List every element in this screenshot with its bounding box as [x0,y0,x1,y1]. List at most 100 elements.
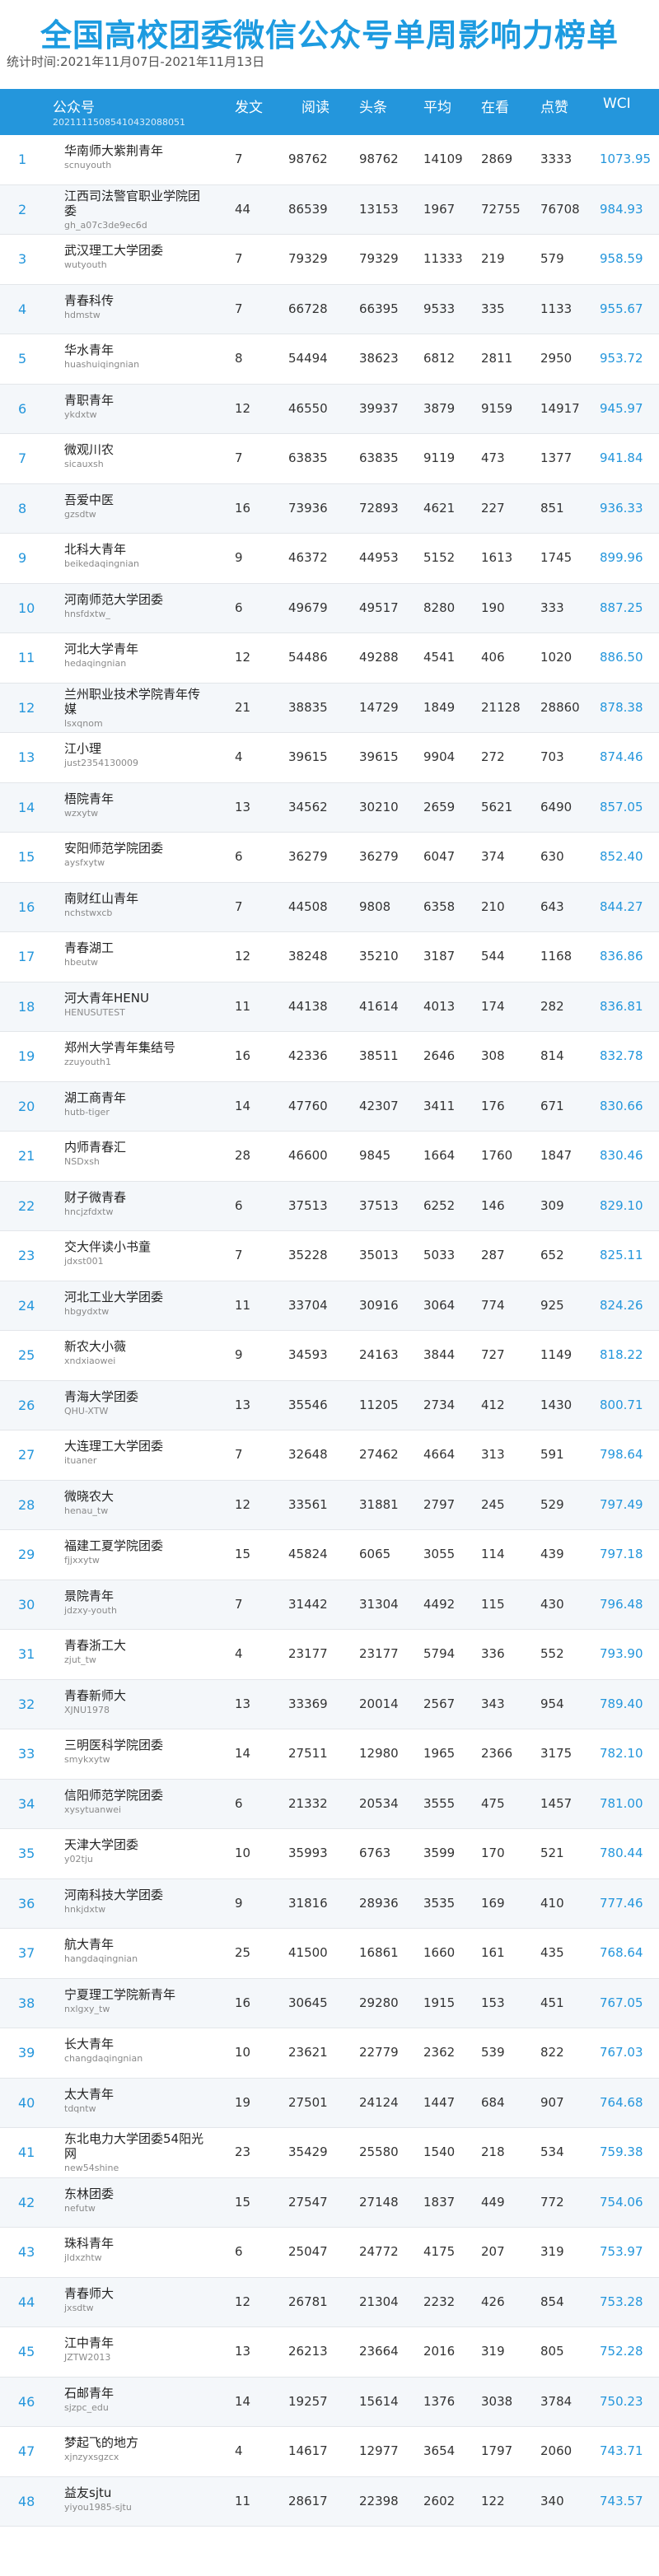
rank-number: 3 [18,251,27,267]
table-row: 34 信阳师范学院团委 xysytuanwei 6 21332 20534 3555 475 1… [0,1779,659,1829]
likes-count: 954 [540,1696,564,1711]
table-row: 48 益友sjtu yiyou1985-sjtu 11 28617 22398 2602 12… [0,2476,659,2527]
rank-number: 22 [18,1197,35,1214]
headline-reads: 23664 [359,2344,399,2359]
average-reads: 4492 [423,1596,456,1612]
likes-count: 805 [540,2344,564,2359]
account-id: jldxzhtw [64,2252,102,2263]
likes-count: 1168 [540,949,573,964]
table-row: 15 安阳师范学院团委 aysfxytw 6 36279 36279 6047 374 630 8… [0,833,659,883]
account-id: yiyou1985-sjtu [64,2501,132,2513]
account-name: 信阳师范学院团委 [64,1787,164,1803]
table-row: 16 南财红山青年 nchstwxcb 7 44508 9808 6358 210 643 844… [0,882,659,932]
table-row: 4 青春科传 hdmstw 7 66728 66395 9533 335 1133 955.67 [0,284,659,334]
watching-count: 174 [481,998,505,1014]
table-row: 40 太大青年 tdqntw 19 27501 24124 1447 684 907 764.68 [0,2078,659,2128]
posts-count: 6 [235,1197,243,1213]
posts-count: 4 [235,1646,243,1661]
account-name: 青春浙工大 [64,1638,127,1653]
reads-count: 54494 [288,351,328,366]
headline-reads: 16861 [359,1945,399,1960]
reads-count: 26781 [288,2294,328,2309]
watching-count: 210 [481,898,505,914]
posts-count: 7 [235,152,243,166]
reads-count: 44508 [288,898,328,914]
watching-count: 406 [481,650,505,665]
table-row: 19 郑州大学青年集结号 zzuyouth1 16 42336 38511 2646 308 8… [0,1032,659,1082]
watching-count: 227 [481,500,505,516]
rank-number: 4 [18,301,27,317]
watching-count: 308 [481,1048,505,1063]
posts-count: 4 [235,749,243,764]
reads-count: 86539 [288,201,328,217]
likes-count: 340 [540,2493,564,2508]
account-id: lsxqnom [64,717,103,729]
average-reads: 3187 [423,949,456,964]
account-name: 江中青年 [64,2336,115,2350]
table-row: 39 长大青年 changdaqingnian 10 23621 22779 2362 539… [0,2028,659,2079]
rank-number: 38 [18,1995,35,2011]
reads-count: 33561 [288,1496,328,1512]
posts-count: 12 [235,2294,251,2309]
account-id: hdmstw [64,309,100,320]
reads-count: 31442 [288,1596,328,1612]
average-reads: 2797 [423,1496,456,1512]
likes-count: 2950 [540,351,573,366]
rank-number: 12 [18,699,35,716]
likes-count: 907 [540,2094,564,2110]
table-row: 1 华南师大紫荆青年 scnuyouth 7 98762 98762 14109 2869 33… [0,135,659,185]
account-name: 益友sjtu [64,2485,112,2500]
reads-count: 98762 [288,152,328,166]
rank-number: 40 [18,2094,35,2111]
rank-number: 13 [18,749,35,765]
account-name: 江小理 [64,741,102,756]
likes-count: 333 [540,600,564,615]
rank-number: 35 [18,1846,35,1861]
wci-score: 768.64 [600,1945,643,1960]
average-reads: 2734 [423,1397,456,1412]
table-row: 45 江中青年 JZTW2013 13 26213 23664 2016 319 805 752.… [0,2327,659,2378]
reads-count: 31816 [288,1895,328,1911]
posts-count: 6 [235,600,243,615]
watching-count: 1797 [481,2443,513,2458]
watching-count: 169 [481,1895,505,1911]
headline-reads: 37513 [359,1197,399,1213]
likes-count: 2060 [540,2443,573,2458]
headline-reads: 24772 [359,2244,399,2259]
page-title: 全国高校团委微信公众号单周影响力榜单 [40,17,619,54]
header-watching: 在看 [481,100,509,116]
wci-score: 800.71 [600,1397,643,1412]
likes-count: 822 [540,2045,564,2060]
reads-count: 26213 [288,2344,328,2359]
account-name: 梦起飞的地方 [64,2435,139,2450]
wci-score: 754.06 [600,2194,643,2210]
wci-score: 844.27 [600,898,643,914]
likes-count: 435 [540,1945,564,1960]
reads-count: 35993 [288,1846,328,1860]
reads-count: 46600 [288,1148,328,1163]
posts-count: 12 [235,400,251,416]
rank-number: 21 [18,1148,35,1164]
average-reads: 1660 [423,1945,456,1960]
posts-count: 6 [235,849,243,864]
posts-count: 12 [235,1496,251,1512]
watching-count: 122 [481,2493,505,2508]
table-row: 11 河北大学青年 hedaqingnian 12 54486 49288 4541 406 1… [0,633,659,684]
rank-number: 6 [18,400,27,417]
watching-count: 176 [481,1098,505,1113]
rank-number: 24 [18,1297,35,1314]
table-row: 37 航大青年 hangdaqingnian 25 41500 16861 1660 161 4… [0,1929,659,1979]
table-row: 31 青春浙工大 zjut_tw 4 23177 23177 5794 336 552 793.9… [0,1630,659,1680]
account-name: 北科大青年 [64,542,127,557]
reads-count: 19257 [288,2393,328,2409]
posts-count: 10 [235,1846,251,1860]
watching-count: 412 [481,1397,505,1412]
average-reads: 1965 [423,1746,456,1761]
reads-count: 39615 [288,749,328,764]
posts-count: 15 [235,1547,251,1561]
reads-count: 14617 [288,2443,328,2458]
average-reads: 4621 [423,500,456,516]
posts-count: 4 [235,2443,243,2458]
wci-score: 958.59 [600,251,643,266]
likes-count: 282 [540,998,564,1014]
